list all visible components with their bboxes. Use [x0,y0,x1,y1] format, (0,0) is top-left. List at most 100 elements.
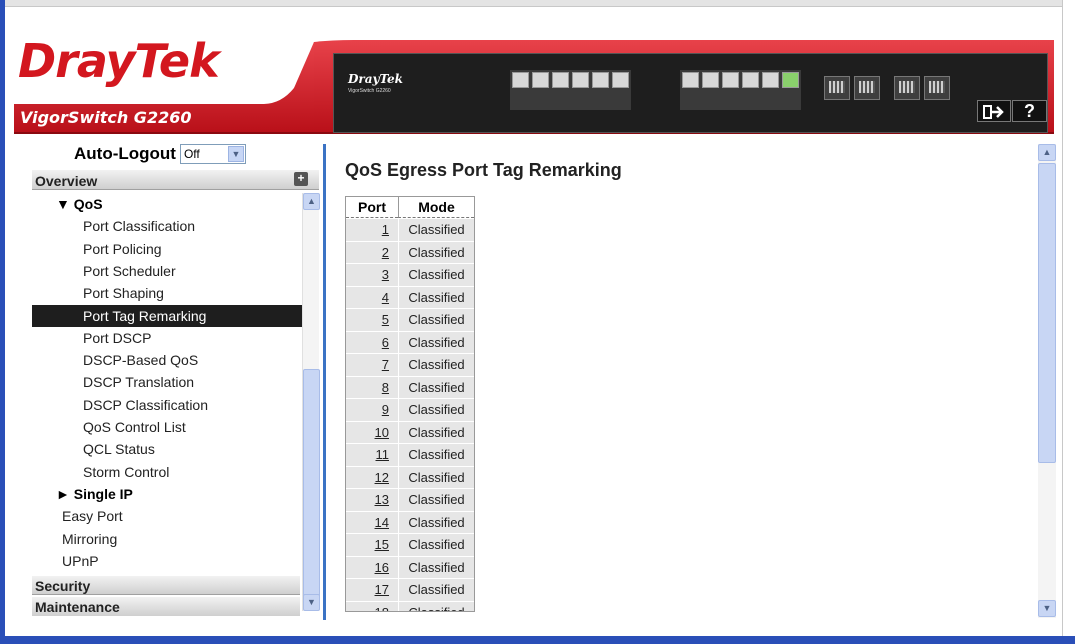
sfp-port-icon [824,76,850,100]
mode-cell: Classified [398,331,474,353]
port-link[interactable]: 2 [346,241,398,263]
table-row: 17 Classified [346,579,474,602]
port-icon [742,72,759,88]
port-icon [682,72,699,88]
security-label: Security [35,578,91,594]
mode-cell: Classified [398,601,474,611]
port-link[interactable]: 4 [346,286,398,308]
mode-cell: Classified [398,399,474,421]
mode-cell: Classified [398,376,474,398]
sidebar-nav: ▼ QoS Port Classification Port Policing Por… [32,193,302,575]
sidebar-item-upnp[interactable]: UPnP [32,550,302,572]
port-link[interactable]: 9 [346,399,398,421]
help-button[interactable]: ? [1012,100,1047,122]
auto-logout-label: Auto-Logout [74,144,176,163]
port-link[interactable]: 15 [346,534,398,556]
mode-cell: Classified [398,421,474,443]
sidebar-item-mirroring[interactable]: Mirroring [32,528,302,550]
port-link[interactable]: 17 [346,579,398,601]
sidebar-item-easy-port[interactable]: Easy Port [32,505,302,527]
sfp-port-icon [924,76,950,100]
scroll-up-icon[interactable]: ▲ [303,193,320,210]
sidebar-item-port-tag-remarking[interactable]: Port Tag Remarking [32,304,302,327]
table-row: 9 Classified [346,399,474,422]
port-link[interactable]: 14 [346,511,398,533]
port-link[interactable]: 10 [346,421,398,443]
sidebar-item-dscp-based-qos[interactable]: DSCP-Based QoS [32,349,302,371]
port-link[interactable]: 16 [346,556,398,578]
port-link[interactable]: 18 [346,601,398,611]
security-section-header[interactable]: Security [32,576,300,595]
port-icon [762,72,779,88]
port-link[interactable]: 1 [346,219,398,241]
sidebar-scrollbar[interactable]: ▲ ▼ [302,193,320,611]
table-row: 5 Classified [346,309,474,332]
sidebar-item-storm-control[interactable]: Storm Control [32,461,302,483]
port-link[interactable]: 12 [346,466,398,488]
mode-cell: Classified [398,556,474,578]
port-link[interactable]: 7 [346,354,398,376]
auto-logout-select[interactable]: Off ▼ [179,144,246,164]
window-bottom-border [0,636,1075,644]
maintenance-section-header[interactable]: Maintenance [32,597,300,616]
header-banner: DrayTek VigorSwitch G2260 DrayTek VigorS… [14,28,1054,134]
sidebar-item-dscp-translation[interactable]: DSCP Translation [32,371,302,393]
auto-logout: Auto-Logout Off ▼ [74,144,246,164]
scroll-down-icon[interactable]: ▼ [1038,600,1056,617]
mode-cell: Classified [398,489,474,511]
sidebar-item-port-classification[interactable]: Port Classification [32,215,302,237]
port-bank-2 [680,70,801,110]
port-link[interactable]: 3 [346,264,398,286]
scroll-down-icon[interactable]: ▼ [303,594,320,611]
port-link[interactable]: 5 [346,309,398,331]
mode-cell: Classified [398,219,474,241]
mode-cell: Classified [398,579,474,601]
sidebar-item-port-shaping[interactable]: Port Shaping [32,282,302,304]
port-active-icon [782,72,799,88]
sfp-port-icon [894,76,920,100]
table-row: 15 Classified [346,534,474,557]
port-link[interactable]: 6 [346,331,398,353]
port-link[interactable]: 11 [346,444,398,466]
maintenance-label: Maintenance [35,599,120,615]
mode-cell: Classified [398,241,474,263]
scroll-up-icon[interactable]: ▲ [1038,144,1056,161]
chevron-down-icon[interactable]: ▼ [227,146,244,162]
table-row: 6 Classified [346,331,474,354]
mode-cell: Classified [398,511,474,533]
table-row: 16 Classified [346,556,474,579]
scroll-thumb[interactable] [1038,163,1056,463]
auto-logout-value: Off [183,147,200,161]
port-link[interactable]: 8 [346,376,398,398]
table-row: 4 Classified [346,286,474,309]
port-icon [702,72,719,88]
main-scrollbar[interactable]: ▲ ▼ [1038,144,1056,618]
port-link[interactable]: 13 [346,489,398,511]
table-row: 3 Classified [346,264,474,287]
scroll-thumb[interactable] [303,369,320,597]
column-header-port: Port [346,197,398,218]
expand-plus-icon[interactable]: + [294,172,308,186]
sidebar-item-single-ip[interactable]: ► Single IP [32,483,302,505]
device-model: VigorSwitch G2260 [348,88,391,94]
port-icon [512,72,529,88]
table-row: 11 Classified [346,444,474,467]
sfp-port-icon [854,76,880,100]
sidebar-item-port-scheduler[interactable]: Port Scheduler [32,260,302,282]
table-row: 10 Classified [346,421,474,444]
sidebar-item-dscp-classification[interactable]: DSCP Classification [32,394,302,416]
mode-cell: Classified [398,444,474,466]
table-row: 7 Classified [346,354,474,377]
logout-arrow-icon [983,105,1004,119]
sidebar-item-port-dscp[interactable]: Port DSCP [32,327,302,349]
table-row: 12 Classified [346,466,474,489]
mode-cell: Classified [398,286,474,308]
device-brand: DrayTek [348,72,403,86]
table-row: 8 Classified [346,376,474,399]
overview-section-header[interactable]: Overview + [32,170,319,190]
sidebar-item-qos-control-list[interactable]: QoS Control List [32,416,302,438]
logout-button[interactable] [977,100,1011,122]
sidebar-item-qos[interactable]: ▼ QoS [32,193,302,215]
sidebar-item-qcl-status[interactable]: QCL Status [32,438,302,460]
sidebar-item-port-policing[interactable]: Port Policing [32,238,302,260]
